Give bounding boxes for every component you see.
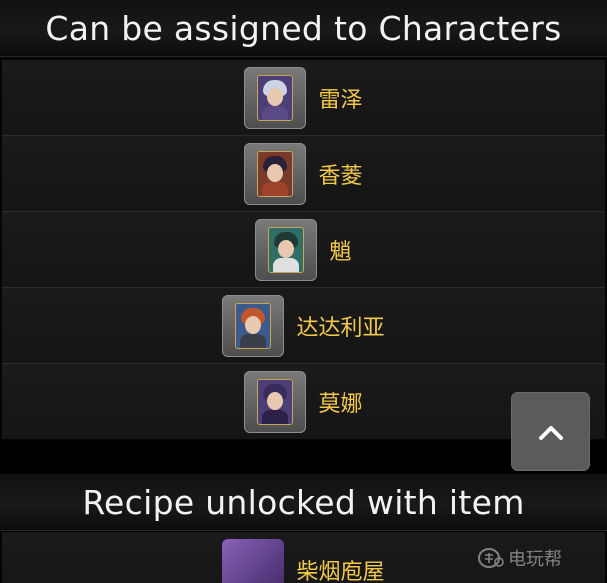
character-avatar-icon: [257, 150, 294, 197]
character-name: 魈: [329, 239, 352, 265]
character-avatar-icon: [268, 226, 305, 273]
watermark: 电玩帮: [478, 545, 562, 571]
character-avatar-icon: [235, 302, 272, 349]
watermark-logo-icon: [478, 548, 504, 568]
character-avatar-icon: [257, 74, 294, 121]
list-item-character[interactable]: 达达利亚: [2, 288, 605, 364]
screen: Can be assigned to Characters 雷泽 香菱 魈 达达…: [0, 0, 607, 583]
scroll-to-top-button[interactable]: [511, 392, 590, 471]
character-name: 香菱: [318, 163, 363, 189]
list-item-character[interactable]: 香菱: [2, 136, 605, 212]
watermark-text: 电玩帮: [508, 549, 562, 570]
list-item-character[interactable]: 雷泽: [2, 60, 605, 136]
character-list: 雷泽 香菱 魈 达达利亚 莫娜: [2, 60, 605, 439]
recipe-section-header: Recipe unlocked with item: [0, 474, 607, 531]
chevron-up-icon: [538, 425, 563, 440]
character-name: 雷泽: [318, 87, 363, 113]
characters-section-title: Can be assigned to Characters: [45, 8, 562, 48]
character-name: 达达利亚: [296, 315, 385, 341]
recipe-item-icon: [222, 538, 285, 583]
recipe-name: 柴烟庖屋: [296, 559, 385, 583]
recipe-section-title: Recipe unlocked with item: [82, 482, 525, 522]
character-avatar-frame: [244, 142, 307, 205]
characters-section-header: Can be assigned to Characters: [0, 0, 607, 57]
list-item-character[interactable]: 魈: [2, 212, 605, 288]
character-avatar-frame: [244, 66, 307, 129]
character-avatar-frame: [255, 218, 318, 281]
character-avatar-icon: [257, 378, 294, 425]
character-avatar-frame: [222, 294, 285, 357]
character-avatar-frame: [244, 370, 307, 433]
character-name: 莫娜: [318, 391, 363, 417]
